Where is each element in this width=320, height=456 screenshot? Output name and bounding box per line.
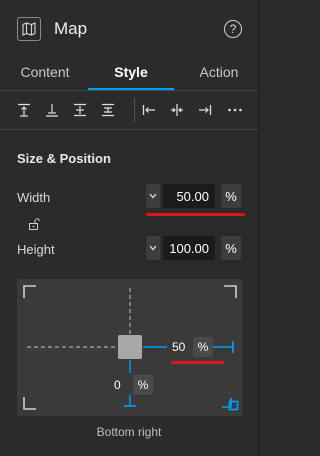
alignment-toolbar	[0, 91, 258, 130]
more-icon[interactable]	[225, 100, 245, 120]
height-label: Height	[17, 242, 55, 257]
annotation-underline	[171, 361, 224, 364]
toolbar-divider	[134, 98, 135, 122]
right-offset-input[interactable]: 50	[172, 340, 185, 354]
chevron-down-icon	[149, 245, 157, 251]
bottom-offset-unit[interactable]: %	[133, 375, 153, 395]
height-unit-button[interactable]: %	[221, 236, 241, 260]
bottom-offset-input[interactable]: 0	[114, 378, 121, 392]
unlock-icon[interactable]	[28, 218, 40, 230]
section-title: Size & Position	[17, 151, 111, 166]
panel-header: Map ?	[0, 0, 258, 58]
tab-bar: Content Style Action	[0, 58, 258, 91]
width-unit-button[interactable]: %	[221, 184, 241, 208]
right-offset-unit[interactable]: %	[193, 337, 213, 357]
anchor-position-box: 50 % 0 %	[17, 279, 243, 416]
align-vertical-center-icon[interactable]	[42, 100, 62, 120]
tab-content[interactable]: Content	[14, 64, 76, 80]
width-label: Width	[17, 190, 51, 205]
align-right-icon[interactable]	[195, 100, 215, 120]
chevron-down-icon	[149, 193, 157, 199]
align-left-icon[interactable]	[139, 100, 159, 120]
anchored-element-square	[118, 335, 142, 359]
height-input[interactable]: 100.00	[163, 236, 215, 260]
align-top-icon[interactable]	[14, 100, 34, 120]
panel-title: Map	[54, 19, 88, 38]
distribute-vertical-icon[interactable]	[98, 100, 118, 120]
width-unit-dropdown[interactable]	[146, 184, 160, 208]
height-unit-dropdown[interactable]	[146, 236, 160, 260]
tab-style[interactable]: Style	[88, 64, 174, 80]
help-icon[interactable]: ?	[224, 20, 242, 38]
tab-action[interactable]: Action	[188, 64, 250, 80]
settings-panel: Map ? Content Style Action Size & Positi…	[0, 0, 259, 456]
help-glyph: ?	[229, 22, 237, 36]
width-input[interactable]: 50.00	[163, 184, 215, 208]
map-icon	[17, 17, 41, 41]
annotation-underline	[146, 213, 245, 216]
active-tab-indicator	[88, 88, 174, 90]
anchor-caption: Bottom right	[96, 425, 162, 439]
align-horizontal-center-icon[interactable]	[167, 100, 187, 120]
align-bottom-icon[interactable]	[70, 100, 90, 120]
